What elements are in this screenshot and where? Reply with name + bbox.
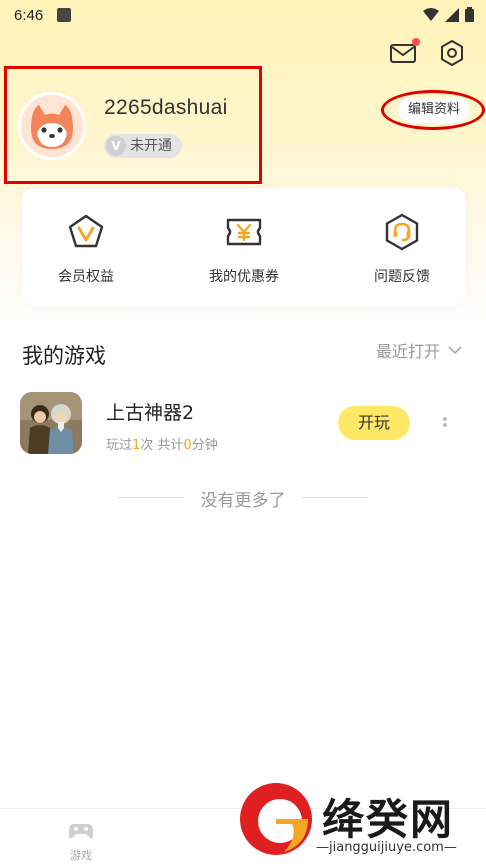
sort-label: 最近打开 (376, 342, 441, 361)
nav-item-games[interactable]: 游戏 (51, 821, 111, 863)
sort-dropdown[interactable]: 最近打开 (376, 338, 462, 362)
quick-action-coupons[interactable]: 我的优惠券 (184, 212, 304, 286)
my-games-title: 我的游戏 (22, 344, 106, 368)
notification-icon (57, 8, 72, 22)
quick-action-vip-benefits[interactable]: 会员权益 (26, 212, 146, 286)
coupon-icon (226, 218, 262, 246)
game-title: 上古神器2 (106, 402, 195, 424)
play-button[interactable]: 开玩 (338, 406, 410, 440)
vip-status-badge[interactable]: V 未开通 (104, 134, 182, 158)
headset-icon (385, 213, 419, 251)
no-more-text: 没有更多了 (200, 491, 286, 511)
settings-button[interactable] (437, 38, 467, 68)
watermark-text: 绛癸网 (322, 795, 455, 844)
message-button[interactable] (388, 38, 420, 68)
chevron-down-icon (448, 346, 462, 355)
game-cover-art (20, 392, 82, 454)
game-cover-image (20, 392, 82, 454)
status-icons (423, 7, 474, 22)
wifi-icon (423, 7, 439, 21)
status-bar: 6:46 (0, 0, 486, 30)
more-options-icon[interactable] (440, 414, 450, 434)
gear-icon (441, 40, 463, 66)
watermark-url: —jiangguijiuye.com— (316, 840, 457, 855)
game-playtime: 玩过1次 共计0分钟 (106, 438, 218, 453)
vip-pentagon-icon (68, 214, 104, 248)
play-minutes: 0 (183, 438, 192, 453)
quick-actions-card: 会员权益 我的优惠券 问题反馈 (22, 188, 466, 306)
game-list-item[interactable]: 上古神器2 玩过1次 共计0分钟 开玩 (20, 392, 466, 456)
signal-icon (445, 7, 459, 22)
quick-action-label: 会员权益 (58, 269, 114, 285)
quick-action-feedback[interactable]: 问题反馈 (342, 212, 462, 286)
username: 2265dashuai (104, 96, 228, 119)
status-time: 6:46 (14, 6, 44, 24)
battery-icon (465, 7, 474, 22)
edit-profile-highlight (381, 90, 485, 130)
list-end-indicator: 没有更多了 (118, 486, 368, 511)
vip-status-label: 未开通 (130, 138, 172, 154)
fox-avatar-icon (21, 95, 83, 157)
avatar[interactable] (18, 92, 86, 160)
quick-action-label: 问题反馈 (374, 269, 430, 285)
divider (302, 497, 368, 498)
watermark-logo (240, 783, 312, 855)
quick-action-label: 我的优惠券 (209, 269, 279, 285)
unread-dot (412, 38, 420, 46)
nav-label: 游戏 (70, 849, 92, 862)
vip-v-icon: V (106, 136, 126, 156)
gamepad-icon (69, 824, 93, 839)
site-watermark: 绛癸网 —jiangguijiuye.com— (236, 774, 486, 864)
